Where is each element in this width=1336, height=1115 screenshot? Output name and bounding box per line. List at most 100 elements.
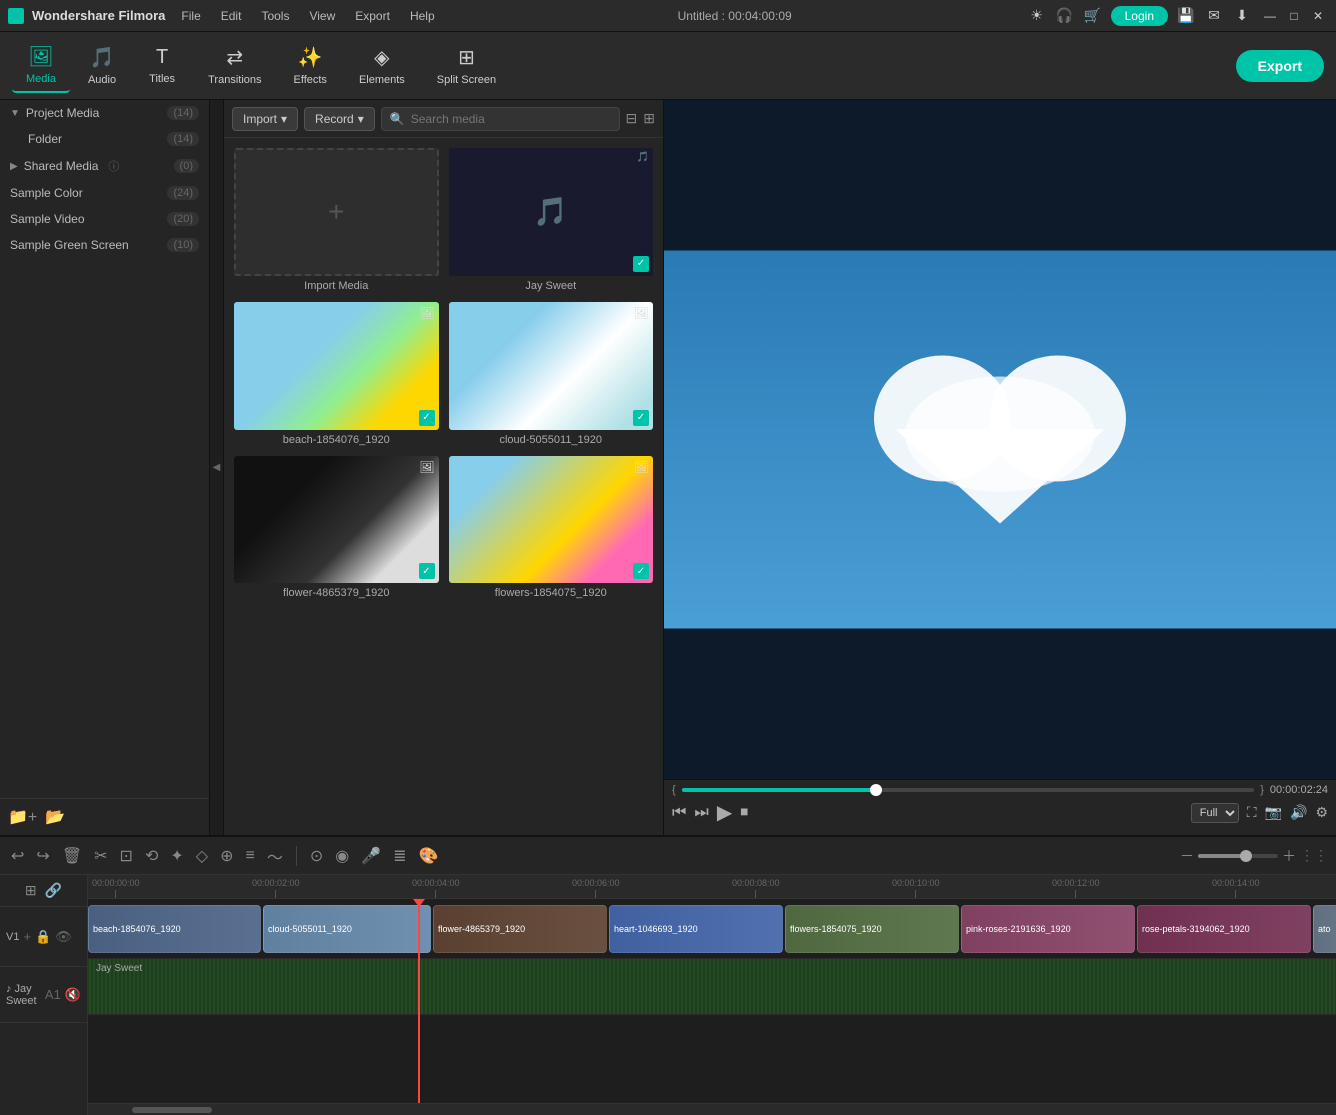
clip-flower[interactable]: flower-4865379_1920 [433, 905, 607, 953]
keyframe-button[interactable]: ◇ [193, 843, 211, 869]
beach-item[interactable]: 🖼 ✓ beach-1854076_1920 [234, 302, 439, 446]
beach-thumb: 🖼 ✓ [234, 302, 439, 430]
cart-icon[interactable]: 🛒 [1083, 6, 1103, 26]
speed-button[interactable]: ⊕ [217, 843, 236, 869]
fullscreen-icon[interactable]: ⛶ [1247, 804, 1257, 821]
clip-rose[interactable]: rose-petals-3194062_1920 [1137, 905, 1311, 953]
menu-edit[interactable]: Edit [213, 7, 250, 25]
subtitle-button[interactable]: ≣ [390, 843, 409, 869]
ruler-mark-12: 00:00:12:00 [1052, 878, 1100, 898]
clip-extra[interactable]: ato [1313, 905, 1336, 953]
tree-shared-media[interactable]: ▶ Shared Media ⓘ (0) [0, 152, 209, 180]
tab-media[interactable]: 🖼 Media [12, 38, 70, 93]
progress-bar[interactable] [682, 788, 1255, 792]
search-input[interactable] [411, 112, 611, 126]
tree-folder[interactable]: Folder (14) [0, 126, 209, 152]
clip-heart[interactable]: heart-1046693_1920 [609, 905, 783, 953]
filter-icon[interactable]: ⊟ [626, 110, 638, 127]
flowers2-item[interactable]: 🖼 ✓ flowers-1854075_1920 [449, 456, 654, 600]
menu-file[interactable]: File [173, 7, 208, 25]
import-media-item[interactable]: + Import Media [234, 148, 439, 292]
zoom-in-button[interactable]: ＋ [1282, 846, 1296, 866]
arrow-shared-media: ▶ [10, 161, 18, 172]
cloud-item[interactable]: 🖼 ✓ cloud-5055011_1920 [449, 302, 654, 446]
clip-flowers[interactable]: flowers-1854075_1920 [785, 905, 959, 953]
panel-collapse-handle[interactable]: ◀ [210, 100, 224, 835]
record-button[interactable]: Record ▾ [304, 107, 375, 131]
tab-effects[interactable]: ✨ Effects [280, 39, 341, 92]
image-type-icon4: 🖼 [634, 460, 649, 474]
grid-view-icon[interactable]: ⊞ [643, 110, 655, 127]
waveform-button[interactable]: 〜 [264, 841, 286, 871]
effects2-button[interactable]: ✦ [167, 843, 186, 869]
sun-icon[interactable]: ☀ [1027, 6, 1047, 26]
minimize-button[interactable]: — [1260, 6, 1280, 26]
cloud-label: cloud-5055011_1920 [449, 434, 654, 446]
voiceover-button[interactable]: 🎤 [358, 843, 384, 869]
tab-transitions[interactable]: ⇄ Transitions [194, 39, 275, 92]
tab-audio[interactable]: 🎵 Audio [74, 39, 130, 92]
mask-button[interactable]: ◉ [332, 843, 352, 869]
play-button[interactable]: ▶ [717, 800, 732, 825]
rewind-button[interactable]: ⏮ [672, 804, 686, 822]
delete-button[interactable]: 🗑 [59, 843, 85, 869]
mail-icon[interactable]: ✉ [1204, 6, 1224, 26]
link-icon[interactable]: 🔗 [45, 882, 62, 899]
clip-cloud[interactable]: cloud-5055011_1920 [263, 905, 431, 953]
menu-view[interactable]: View [301, 7, 343, 25]
add-folder-icon[interactable]: 📁+ [8, 807, 37, 827]
clip-pink[interactable]: pink-roses-2191636_1920 [961, 905, 1135, 953]
zoom-slider[interactable] [1198, 854, 1278, 858]
tree-sample-video[interactable]: Sample Video (20) [0, 206, 209, 232]
preview-video [664, 100, 1336, 779]
zoom-out-button[interactable]: － [1180, 846, 1194, 866]
add-video-icon[interactable]: + [23, 929, 31, 944]
mute-icon[interactable]: 🔇 [65, 987, 81, 1003]
import-button[interactable]: Import ▾ [232, 107, 298, 131]
eye-icon[interactable]: 👁 [55, 929, 72, 945]
timeline-scrollbar[interactable] [88, 1103, 1336, 1115]
folder-open-icon[interactable]: 📂 [45, 807, 65, 827]
timeline-settings-icon[interactable]: ⋮⋮ [1300, 847, 1328, 864]
crop-button[interactable]: ⊡ [117, 843, 136, 869]
jay-sweet-item[interactable]: 🎵 🎵 ✓ Jay Sweet [449, 148, 654, 292]
tree-sample-green[interactable]: Sample Green Screen (10) [0, 232, 209, 258]
flower4-item[interactable]: 🖼 ✓ flower-4865379_1920 [234, 456, 439, 600]
snapshot-icon[interactable]: 📷 [1265, 804, 1282, 821]
tab-elements[interactable]: ◈ Elements [345, 39, 419, 92]
stop-button[interactable]: ⏹ [740, 804, 748, 822]
export-button[interactable]: Export [1236, 50, 1324, 82]
lock-icon[interactable]: 🔒 [35, 929, 51, 945]
menu-tools[interactable]: Tools [253, 7, 297, 25]
login-button[interactable]: Login [1111, 6, 1168, 26]
volume-icon[interactable]: 🔊 [1290, 804, 1307, 821]
add-track-area: ⊞ 🔗 [0, 875, 87, 907]
save-icon[interactable]: 💾 [1176, 6, 1196, 26]
scrollbar-thumb[interactable] [132, 1107, 212, 1113]
download-icon[interactable]: ⬇ [1232, 6, 1252, 26]
titles-icon: T [156, 46, 168, 69]
project-media-count: (14) [167, 106, 199, 120]
tree-project-media[interactable]: ▼ Project Media (14) [0, 100, 209, 126]
settings-icon[interactable]: ⚙ [1315, 804, 1328, 821]
tab-titles[interactable]: T Titles [134, 40, 190, 91]
close-button[interactable]: ✕ [1308, 6, 1328, 26]
tree-sample-color[interactable]: Sample Color (24) [0, 180, 209, 206]
step-back-button[interactable]: ⏭ [694, 804, 708, 822]
add-track-icon[interactable]: ⊞ [25, 882, 37, 899]
maximize-button[interactable]: □ [1284, 6, 1304, 26]
menu-help[interactable]: Help [402, 7, 443, 25]
undo-button[interactable]: ↩ [8, 843, 27, 869]
quality-select[interactable]: Full [1191, 803, 1239, 823]
clip-beach[interactable]: beach-1854076_1920 [88, 905, 261, 953]
cut-button[interactable]: ✂ [91, 843, 110, 869]
headphone-icon[interactable]: 🎧 [1055, 6, 1075, 26]
audio-waveform [88, 959, 1336, 1014]
tab-split-screen[interactable]: ⊞ Split Screen [423, 39, 510, 92]
stabilize-button[interactable]: ⊙ [307, 843, 326, 869]
audio-button[interactable]: ≡ [242, 844, 257, 868]
rotate-button[interactable]: ⟲ [142, 843, 161, 869]
menu-export[interactable]: Export [347, 7, 398, 25]
redo-button[interactable]: ↪ [33, 843, 52, 869]
color-button[interactable]: 🎨 [416, 843, 442, 869]
